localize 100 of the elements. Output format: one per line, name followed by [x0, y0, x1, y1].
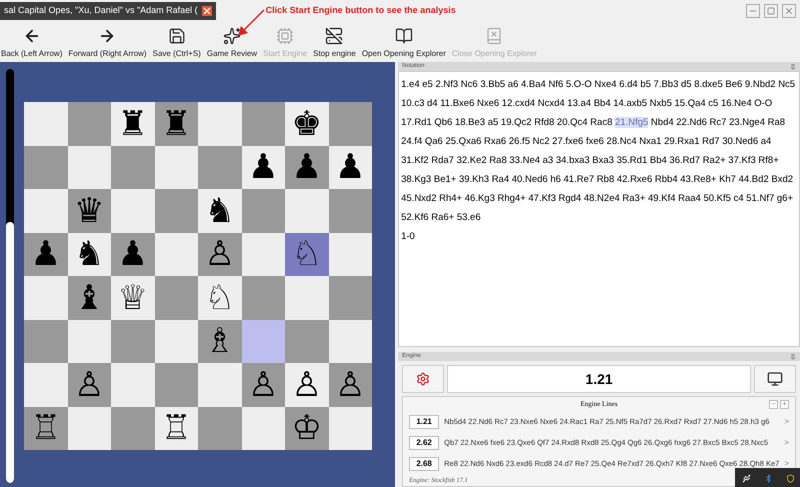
- chess-piece[interactable]: ♟: [30, 237, 61, 272]
- close-icon[interactable]: [202, 6, 212, 16]
- board-square[interactable]: [24, 189, 68, 232]
- board-square[interactable]: [328, 189, 372, 232]
- board-square[interactable]: ♛: [68, 189, 111, 232]
- chess-piece[interactable]: ♘: [204, 280, 235, 315]
- chess-piece[interactable]: ♔: [292, 411, 322, 446]
- pin-icon[interactable]: [790, 354, 796, 360]
- board-square[interactable]: [328, 276, 372, 320]
- board-square[interactable]: [111, 363, 154, 406]
- board-square[interactable]: ♙: [328, 363, 372, 406]
- board-square[interactable]: ♖: [24, 406, 68, 450]
- board-square[interactable]: ♞: [198, 189, 242, 232]
- board-square[interactable]: ♟: [111, 232, 154, 276]
- board-square[interactable]: ♜: [111, 102, 154, 146]
- chess-piece[interactable]: ♖: [30, 411, 61, 446]
- chess-piece[interactable]: ♕: [118, 280, 148, 315]
- board-square[interactable]: ♙: [198, 232, 242, 276]
- board-square[interactable]: [68, 146, 111, 189]
- board-square[interactable]: [242, 406, 285, 450]
- chess-piece[interactable]: ♛: [74, 194, 104, 228]
- board-square[interactable]: [242, 232, 285, 276]
- chess-piece[interactable]: ♙: [292, 368, 322, 402]
- board-square[interactable]: ♙: [68, 363, 111, 406]
- board-square[interactable]: ♘: [198, 276, 242, 320]
- chess-piece[interactable]: ♖: [161, 411, 192, 446]
- chess-piece[interactable]: ♜: [118, 106, 148, 141]
- board-square[interactable]: [154, 276, 198, 320]
- board-square[interactable]: [154, 189, 198, 232]
- chess-piece[interactable]: ♘: [292, 237, 322, 272]
- board-square[interactable]: [285, 189, 328, 232]
- pin-icon[interactable]: [790, 64, 796, 70]
- board-square[interactable]: [24, 320, 68, 363]
- board-square[interactable]: ♕: [111, 276, 154, 320]
- board-square[interactable]: [328, 232, 372, 276]
- chess-piece[interactable]: ♝: [74, 280, 104, 315]
- chess-piece[interactable]: ♙: [74, 368, 104, 402]
- toolbar-button[interactable]: Save (Ctrl+S): [152, 27, 201, 60]
- board-square[interactable]: [328, 102, 372, 146]
- chess-piece[interactable]: ♞: [74, 237, 104, 272]
- board-square[interactable]: [242, 276, 285, 320]
- board-square[interactable]: ♙: [242, 363, 285, 406]
- analysis-display-button[interactable]: [754, 365, 796, 394]
- close-window-icon[interactable]: [782, 4, 796, 18]
- board-square[interactable]: [111, 189, 154, 232]
- board-square[interactable]: ♟: [328, 146, 372, 189]
- chess-piece[interactable]: ♚: [292, 106, 322, 141]
- board-square[interactable]: [111, 146, 154, 189]
- toolbar-button[interactable]: Stop engine: [313, 27, 356, 60]
- toolbar-button[interactable]: Game Review: [206, 27, 258, 60]
- chess-piece[interactable]: ♙: [248, 368, 278, 402]
- board-square[interactable]: [242, 102, 285, 146]
- chess-piece[interactable]: ♙: [335, 368, 366, 402]
- board-square[interactable]: [111, 406, 154, 450]
- board-square[interactable]: [68, 406, 111, 450]
- board-square[interactable]: [154, 232, 198, 276]
- board-square[interactable]: [24, 146, 68, 189]
- chess-piece[interactable]: ♟: [292, 150, 322, 184]
- board-square[interactable]: ♟: [285, 146, 328, 189]
- board-square[interactable]: ♔: [285, 406, 328, 450]
- board-square[interactable]: [198, 146, 242, 189]
- board-square[interactable]: [198, 406, 242, 450]
- board-square[interactable]: [198, 102, 242, 146]
- chess-piece[interactable]: ♙: [204, 237, 235, 272]
- board-square[interactable]: ♞: [68, 232, 111, 276]
- toolbar-button[interactable]: Back (Left Arrow): [1, 27, 62, 60]
- chess-piece[interactable]: ♗: [204, 324, 235, 358]
- board-square[interactable]: [24, 102, 68, 146]
- board-square[interactable]: ♙: [285, 363, 328, 406]
- chess-piece[interactable]: ♜: [161, 106, 192, 141]
- maximize-icon[interactable]: [764, 4, 778, 18]
- board-square[interactable]: [24, 276, 68, 320]
- chess-piece[interactable]: ♞: [204, 194, 235, 228]
- board-square[interactable]: ♘: [285, 232, 328, 276]
- board-square[interactable]: ♟: [242, 146, 285, 189]
- board-square[interactable]: ♖: [154, 406, 198, 450]
- board-square[interactable]: [68, 320, 111, 363]
- board-square[interactable]: [242, 189, 285, 232]
- board-square[interactable]: [154, 363, 198, 406]
- board-square[interactable]: ♜: [154, 102, 198, 146]
- board-square[interactable]: [328, 320, 372, 363]
- board-square[interactable]: [154, 146, 198, 189]
- chess-piece[interactable]: ♟: [248, 150, 278, 184]
- board-square[interactable]: ♗: [198, 320, 242, 363]
- minimize-icon[interactable]: [746, 4, 760, 18]
- board-square[interactable]: [328, 406, 372, 450]
- board-square[interactable]: [285, 320, 328, 363]
- board-square[interactable]: [111, 320, 154, 363]
- toolbar-button[interactable]: Forward (Right Arrow): [68, 27, 147, 60]
- chess-piece[interactable]: ♟: [118, 237, 148, 272]
- board-square[interactable]: [242, 320, 285, 363]
- document-tab[interactable]: sal Capital Opes, "Xu, Daniel" vs "Adam Rafael (: [0, 2, 216, 20]
- board-square[interactable]: [198, 363, 242, 406]
- board-square[interactable]: ♟: [24, 232, 68, 276]
- board-square[interactable]: [154, 320, 198, 363]
- board-square[interactable]: ♝: [68, 276, 111, 320]
- board-square[interactable]: ♚: [285, 102, 328, 146]
- chess-piece[interactable]: ♟: [335, 150, 366, 184]
- engine-settings-button[interactable]: [402, 365, 444, 394]
- board-square[interactable]: [285, 276, 328, 320]
